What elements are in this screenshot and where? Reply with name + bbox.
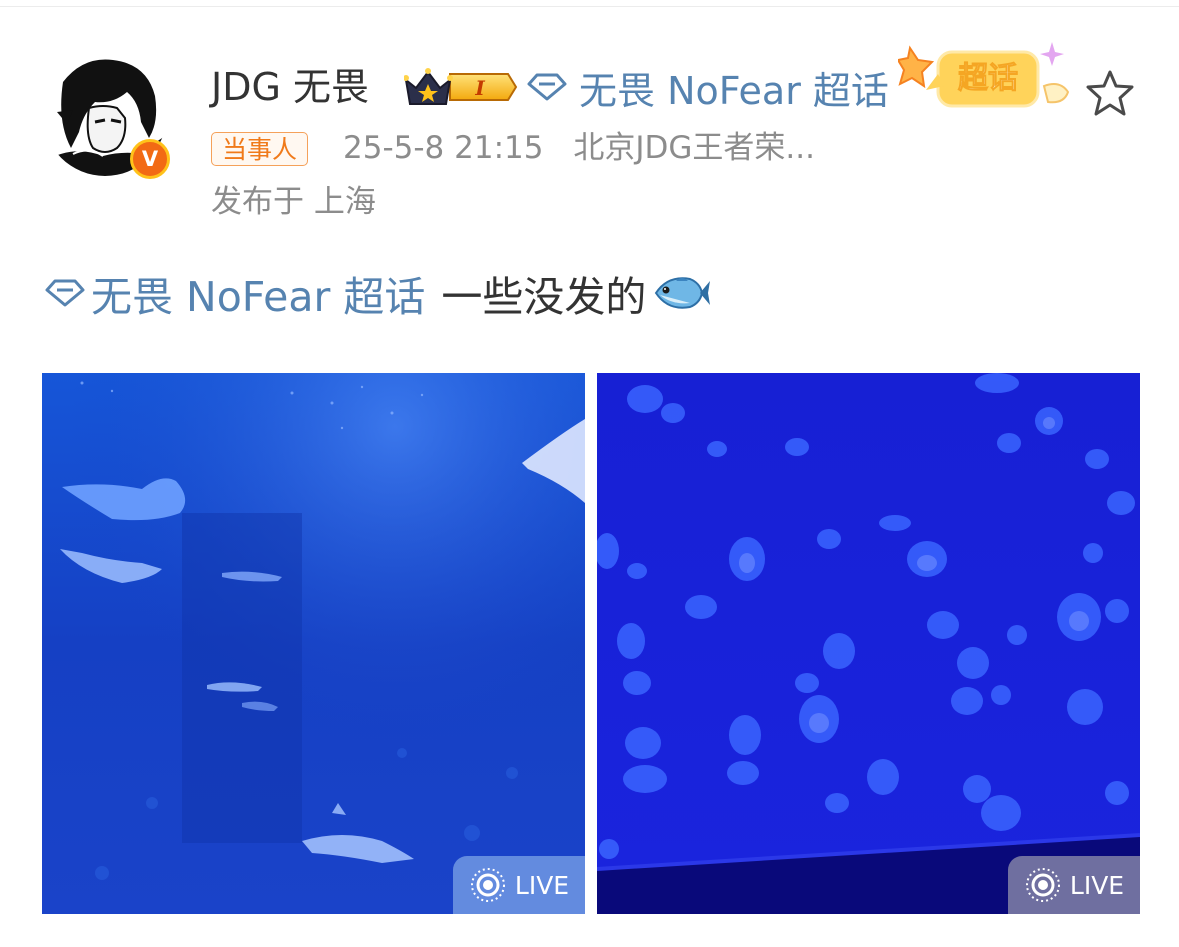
header-super-topic-label: 无畏 NoFear 超话: [579, 68, 889, 113]
stingray-aquarium-image: [42, 373, 585, 914]
fish-emoji-icon: [655, 277, 711, 309]
live-photo-badge[interactable]: LIVE: [1008, 856, 1140, 914]
post-timestamp: 25-5-8 21:15: [343, 130, 544, 166]
super-topic-sticker-label: 超话: [958, 61, 1018, 96]
member-crown-badge-icon: I: [404, 68, 518, 105]
post-body-text: 一些没发的: [441, 273, 647, 321]
party-tag-badge: 当事人: [211, 132, 309, 166]
live-photo-icon: [1025, 868, 1060, 902]
member-level-text: I: [474, 76, 485, 100]
verified-badge-icon: V: [130, 139, 170, 179]
header-super-topic-link[interactable]: 无畏 NoFear 超话: [527, 64, 889, 113]
post-source[interactable]: 北京JDG王者荣...: [573, 130, 815, 166]
super-topic-diamond-icon: [527, 73, 567, 101]
live-photo-label: LIVE: [514, 870, 570, 900]
username[interactable]: JDG 无畏: [211, 64, 369, 110]
super-topic-diamond-icon: [45, 279, 85, 307]
media-photo-2[interactable]: LIVE: [597, 373, 1140, 914]
post-super-topic-link[interactable]: 无畏 NoFear 超话: [91, 263, 425, 323]
post-meta: 25-5-8 21:15 北京JDG王者荣...: [343, 128, 815, 168]
live-photo-label: LIVE: [1069, 870, 1125, 900]
live-photo-icon: [470, 868, 505, 902]
post-location: 发布于 上海: [211, 184, 376, 220]
favorite-star-icon[interactable]: [1084, 68, 1136, 118]
top-divider: [0, 6, 1179, 7]
super-topic-sticker-badge[interactable]: 超话: [898, 30, 1080, 126]
media-photo-1[interactable]: LIVE: [42, 373, 585, 914]
post-text: 无畏 NoFear 超话 一些没发的: [45, 268, 711, 321]
live-photo-badge[interactable]: LIVE: [453, 856, 585, 914]
jellyfish-aquarium-image: [597, 373, 1140, 914]
